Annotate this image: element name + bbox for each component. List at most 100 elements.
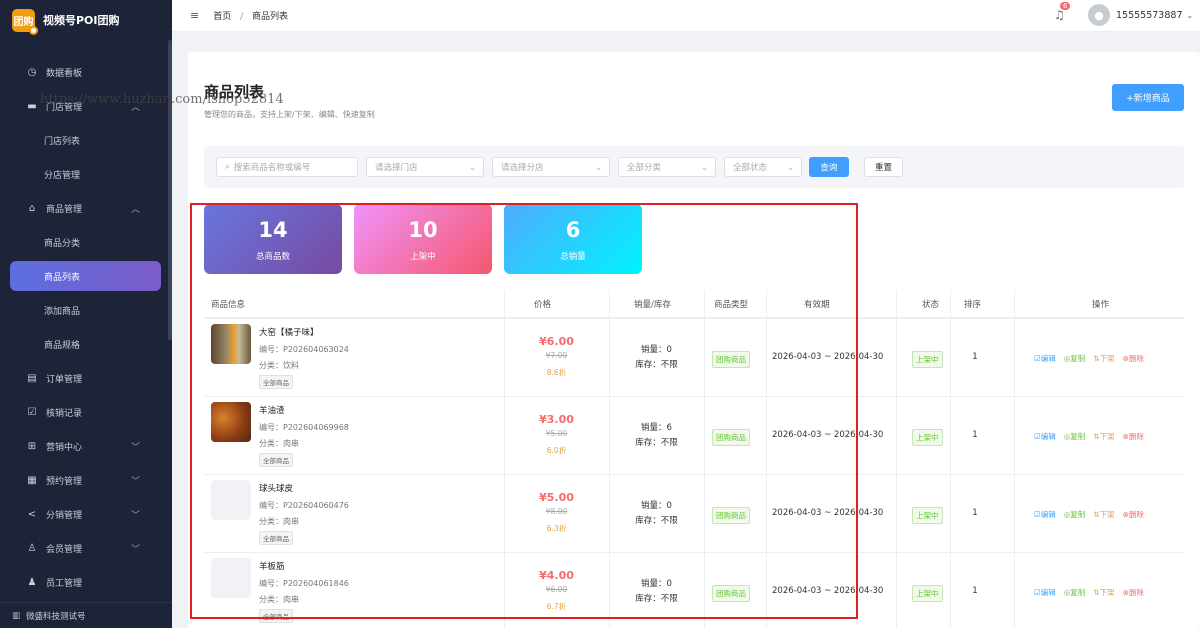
chevron-down-icon: ⌄ [701,162,708,172]
sidebar-item-7[interactable]: 添加商品 [0,295,172,325]
copy-button[interactable]: ◎复制 [1064,431,1086,442]
status-select[interactable]: 全部状态 ⌄ [724,157,802,177]
sales-count: 销量：0 [641,501,672,511]
discount: 8.6折 [546,368,567,377]
breadcrumb: 首页 / 商品列表 [213,9,288,22]
stat-value: 14 [258,218,288,242]
sidebar-item-label: 会员管理 [46,544,83,555]
sidebar-item-2[interactable]: 门店列表 [0,125,172,155]
breadcrumb-home[interactable]: 首页 [213,12,231,22]
edit-button[interactable]: ☑编辑 [1034,353,1056,364]
sidebar-footer[interactable]: ▥ 微盛科技测试号 [0,602,172,628]
search-icon: ⌕ [225,162,230,172]
take-down-button[interactable]: ⇅下架 [1093,587,1114,598]
sidebar-item-13[interactable]: < 分销管理 ﹀ [0,499,172,529]
product-code: 编号：P202604060476 [259,501,349,510]
chevron-down-icon: ⌄ [1186,10,1194,20]
category-select[interactable]: 全部分类 ⌄ [618,157,716,177]
delete-button[interactable]: ⊗删除 [1123,431,1144,442]
stat-card: 10 上架中 [354,204,492,274]
sidebar-item-3[interactable]: 分店管理 [0,159,172,189]
store-select[interactable]: 请选择门店 ⌄ [366,157,484,177]
column-header: 销量/库存 [634,300,671,310]
product-tag: 全部商品 [259,375,293,389]
sales-count: 销量：0 [641,579,672,589]
app-title: 视频号POI团购 [43,14,120,27]
take-down-button[interactable]: ⇅下架 [1093,353,1114,364]
stock-count: 库存：不限 [635,516,678,526]
sort-order: 1 [972,352,978,362]
delete-button[interactable]: ⊗删除 [1123,353,1144,364]
column-header: 操作 [1092,300,1110,310]
app-logo[interactable]: 团购 视频号POI团购 [0,0,172,40]
chevron-down-icon: ﹀ [130,476,140,487]
search-placeholder: 搜索商品名称或编号 [233,163,311,173]
sidebar-item-10[interactable]: ☑ 核销记录 [0,397,172,427]
product-image [211,324,251,364]
sidebar-item-4[interactable]: ⌂ 商品管理 ︿ [0,193,172,223]
reset-button[interactable]: 重置 [864,157,903,177]
original-price: ¥8.00 [545,507,568,516]
menu-toggle-icon[interactable]: ≡ [190,9,199,22]
take-down-button[interactable]: ⇅下架 [1093,509,1114,520]
take-down-button[interactable]: ⇅下架 [1093,431,1114,442]
sidebar-item-0[interactable]: ◷ 数据看板 [0,57,172,87]
product-tag: 全部商品 [259,609,293,623]
product-category: 分类：肉串 [259,517,299,526]
table-row[interactable]: 羊板筋 编号：P202604061846 分类：肉串 全部商品 ¥4.00 ¥6.00 6.… [204,552,1184,628]
product-category: 分类：肉串 [259,439,299,448]
sidebar-item-6[interactable]: 商品列表 [10,261,161,291]
product-image-placeholder [211,558,251,598]
sidebar-item-12[interactable]: ▦ 预约管理 ﹀ [0,465,172,495]
notification-bell-icon[interactable]: ♫ 6 [1054,2,1071,22]
sidebar-item-label: 数据看板 [46,68,83,79]
edit-button[interactable]: ☑编辑 [1034,431,1056,442]
sidebar-item-9[interactable]: ▤ 订单管理 [0,363,172,393]
copy-button[interactable]: ◎复制 [1064,509,1086,520]
table-row[interactable]: 大窑【橘子味】 编号：P202604063024 分类：饮料 全部商品 ¥6.00 ¥7.… [204,318,1184,396]
user-menu[interactable]: ● 15555573887 ⌄ [1088,4,1193,26]
sidebar-item-11[interactable]: ⊞ 营销中心 ﹀ [0,431,172,461]
add-product-button[interactable]: +新增商品 [1112,84,1184,111]
sidebar-item-5[interactable]: 商品分类 [0,227,172,257]
copy-button[interactable]: ◎复制 [1064,587,1086,598]
sidebar-item-15[interactable]: ♟ 员工管理 [0,567,172,597]
calendar-icon: ▦ [27,474,37,486]
original-price: ¥7.00 [545,351,568,360]
chevron-down-icon: ⌄ [787,162,794,172]
share-icon: < [27,508,37,520]
product-image [211,402,251,442]
validity-period: 2026-04-03 ~ 2026-04-30 [772,508,884,518]
chevron-down-icon: ﹀ [130,544,140,555]
sidebar: 团购 视频号POI团购 ◷ 数据看板 ▬ 门店管理 ︿ 门店列表分店管理 ⌂ 商品管理 ︿ 商品分… [0,0,172,628]
building-icon: ▥ [12,610,21,621]
sidebar-item-label: 分店管理 [44,170,81,181]
status-badge: 上架中 [912,429,943,446]
copy-button[interactable]: ◎复制 [1064,353,1086,364]
product-image-placeholder [211,480,251,520]
sidebar-item-1[interactable]: ▬ 门店管理 ︿ [0,91,172,121]
column-header: 价格 [534,300,552,310]
marketing-icon: ⊞ [27,440,37,452]
sidebar-item-14[interactable]: ♙ 会员管理 ﹀ [0,533,172,563]
search-input[interactable]: ⌕ 搜索商品名称或编号 [216,157,358,177]
sidebar-item-label: 添加商品 [44,306,81,317]
sidebar-item-label: 分销管理 [46,510,83,521]
product-type-badge: 团购商品 [712,351,750,368]
chevron-down-icon: ⌄ [469,162,476,172]
edit-button[interactable]: ☑编辑 [1034,587,1056,598]
table-row[interactable]: 球头球皮 编号：P202604060476 分类：肉串 全部商品 ¥5.00 ¥8.00 6… [204,474,1184,552]
sidebar-item-8[interactable]: 商品规格 [0,329,172,359]
product-name: 大窑【橘子味】 [259,328,319,338]
table-row[interactable]: 羊油渣 编号：P202604069968 分类：肉串 全部商品 ¥3.00 ¥5.00 6.… [204,396,1184,474]
verify-icon: ☑ [27,406,37,418]
delete-button[interactable]: ⊗删除 [1123,587,1144,598]
page-subtitle: 管理您的商品，支持上架/下架、编辑、快速复制 [204,110,375,119]
product-tag: 全部商品 [259,531,293,545]
delete-button[interactable]: ⊗删除 [1123,509,1144,520]
branch-select[interactable]: 请选择分店 ⌄ [492,157,610,177]
query-button[interactable]: 查询 [809,157,849,177]
category-select-value: 全部分类 [627,163,662,173]
column-header: 状态 [922,300,940,310]
edit-button[interactable]: ☑编辑 [1034,509,1056,520]
